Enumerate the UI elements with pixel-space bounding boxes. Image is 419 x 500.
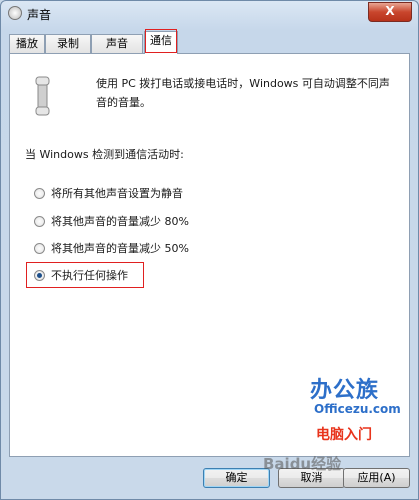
radio-button[interactable] bbox=[34, 215, 45, 227]
ok-button[interactable]: 确定 bbox=[203, 468, 270, 488]
radio-button[interactable] bbox=[34, 187, 45, 199]
watermark-site: Officezu.com bbox=[314, 402, 401, 416]
sound-dialog: 声音 X 播放 录制 声音 通信 使用 PC 拨打电话或接电话时，Windows… bbox=[0, 0, 419, 500]
title-bar[interactable]: 声音 X bbox=[1, 1, 418, 25]
option-highlight-box bbox=[26, 262, 144, 288]
window-title: 声音 bbox=[27, 8, 52, 22]
option-label: 将所有其他声音设置为静音 bbox=[51, 187, 183, 200]
description-text: 使用 PC 拨打电话或接电话时，Windows 可自动调整不同声音的音量。 bbox=[96, 77, 390, 109]
speaker-icon bbox=[8, 6, 22, 20]
option-reduce-80[interactable]: 将其他声音的音量减少 80% bbox=[34, 213, 189, 229]
tab-playback[interactable]: 播放 bbox=[9, 34, 45, 53]
option-label: 将其他声音的音量减少 80% bbox=[51, 215, 189, 228]
option-label: 将其他声音的音量减少 50% bbox=[51, 242, 189, 255]
tab-recording[interactable]: 录制 bbox=[45, 34, 91, 53]
tab-sounds[interactable]: 声音 bbox=[91, 34, 143, 53]
tab-communications[interactable]: 通信 bbox=[144, 31, 178, 54]
watermark-brand: 办公族 bbox=[310, 378, 380, 403]
radio-button[interactable] bbox=[34, 242, 45, 254]
watermark-slogan: 电脑入门 bbox=[316, 427, 372, 443]
dialog-footer: 确定 取消 应用(A) bbox=[1, 459, 418, 499]
baidu-watermark: Baidu经验 bbox=[263, 455, 342, 473]
detection-prompt: 当 Windows 检测到通信活动时: bbox=[25, 148, 184, 161]
apply-button[interactable]: 应用(A) bbox=[343, 468, 410, 488]
option-reduce-50[interactable]: 将其他声音的音量减少 50% bbox=[34, 240, 189, 256]
close-button[interactable]: X bbox=[368, 2, 412, 22]
phone-icon bbox=[35, 76, 50, 116]
communications-panel: 使用 PC 拨打电话或接电话时，Windows 可自动调整不同声音的音量。 当 … bbox=[9, 53, 410, 457]
option-mute-all[interactable]: 将所有其他声音设置为静音 bbox=[34, 185, 183, 201]
watermark-logo: 办公族 Officezu.com 电脑入门 bbox=[310, 372, 406, 456]
